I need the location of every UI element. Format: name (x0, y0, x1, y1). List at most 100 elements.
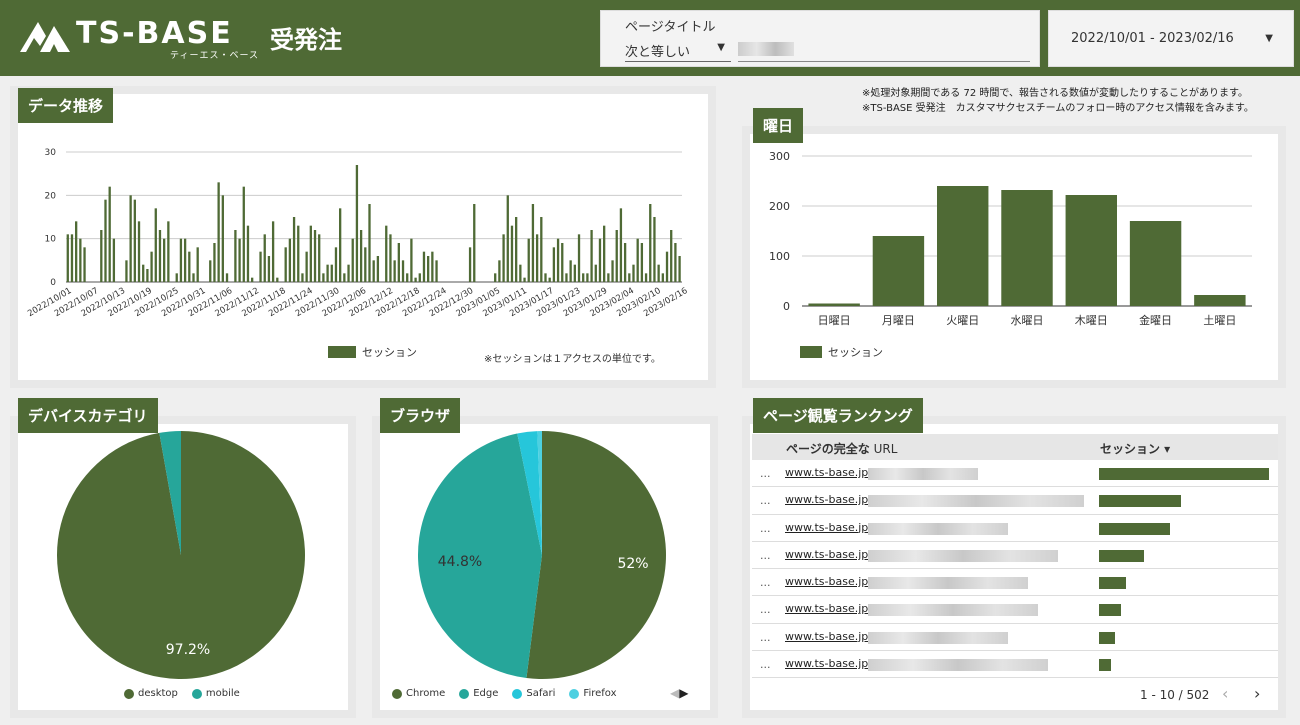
pie-value-label: 52% (617, 556, 648, 572)
session-bar (1099, 659, 1111, 672)
legend-label: セッション (362, 346, 417, 359)
trend-bar (326, 264, 329, 282)
table-row[interactable]: ... www.ts-base.jp/ (752, 569, 1278, 597)
row-url-link[interactable]: www.ts-base.jp/ (785, 630, 872, 643)
row-url-link[interactable]: www.ts-base.jp/ (785, 657, 872, 670)
trend-bar (359, 230, 363, 282)
trend-bar (313, 230, 317, 282)
row-menu-dots[interactable]: ... (760, 576, 771, 589)
trend-bar (238, 238, 241, 282)
trend-bar (628, 273, 631, 282)
weekday-bar (1129, 221, 1182, 306)
header-bar: TS-BASE 受発注 ティーエス・ベース ページタイトル 次と等しい ▼ 20… (0, 0, 1300, 76)
table-row[interactable]: ... www.ts-base.jp/ (752, 596, 1278, 624)
table-row[interactable]: ... www.ts-base.jp/ (752, 651, 1278, 679)
trend-bar (598, 238, 602, 282)
x-tick-label: 水曜日 (1011, 314, 1044, 327)
trend-bar (322, 273, 325, 282)
trend-bar (665, 251, 669, 282)
legend-prev-icon[interactable]: ◀ (670, 686, 679, 700)
trend-bar (565, 273, 568, 282)
filter-value-input[interactable] (738, 38, 1030, 62)
row-url-link[interactable]: www.ts-base.jp/ (785, 602, 872, 615)
row-menu-dots[interactable]: ... (760, 631, 771, 644)
trend-bar (334, 247, 338, 282)
x-tick-label: 月曜日 (882, 314, 915, 327)
trend-bar (385, 225, 388, 282)
trend-bar (70, 234, 74, 282)
pie-value-label: 44.8% (438, 554, 482, 570)
date-range-picker[interactable]: 2022/10/01 - 2023/02/16 ▼ (1048, 10, 1294, 67)
row-url-link[interactable]: www.ts-base.jp/ (785, 466, 872, 479)
row-menu-dots[interactable]: ... (760, 658, 771, 671)
trend-bar (167, 221, 170, 282)
column-header-sessions[interactable]: セッション ▾ (1100, 440, 1170, 457)
trend-bar (657, 264, 660, 282)
trend-bar (112, 238, 116, 282)
session-bar (1099, 549, 1144, 562)
device-panel-title: デバイスカテゴリ (18, 398, 158, 433)
trend-bar (284, 247, 287, 282)
trend-chart: 01020302022/10/012022/10/072022/10/13202… (26, 148, 689, 319)
row-menu-dots[interactable]: ... (760, 522, 771, 535)
ranking-table: ページの完全な URL セッション ▾ ... www.ts-base.jp/..… (752, 434, 1278, 679)
trend-bar (339, 208, 342, 282)
weekday-legend: セッション (800, 344, 883, 360)
y-tick-label: 30 (45, 148, 57, 158)
trend-bar (297, 225, 300, 282)
redacted-path (868, 468, 978, 480)
row-url-link[interactable]: www.ts-base.jp/ (785, 575, 872, 588)
legend-next-icon[interactable]: ▶ (679, 686, 688, 700)
row-url-link[interactable]: www.ts-base.jp/ (785, 548, 872, 561)
table-row[interactable]: ... www.ts-base.jp/ (752, 542, 1278, 570)
trend-bar (561, 243, 564, 282)
trend-bar (104, 199, 107, 282)
logo-suffix: 受発注 (270, 26, 342, 54)
table-row[interactable]: ... www.ts-base.jp/ (752, 460, 1278, 488)
filter-operator-select[interactable]: 次と等しい ▼ (625, 38, 731, 62)
device-pie-chart: 97.2% (56, 431, 305, 679)
device-legend: desktop mobile (124, 688, 250, 699)
weekday-bar (937, 186, 989, 306)
column-header-url-bold: ページの完全な (786, 442, 870, 456)
note-line: ※TS-BASE 受発注 カスタマサクセスチームのフォロー時のアクセス情報を含み… (862, 103, 1254, 114)
table-row[interactable]: ... www.ts-base.jp/ (752, 487, 1278, 515)
row-menu-dots[interactable]: ... (760, 549, 771, 562)
trend-bar (305, 251, 308, 282)
table-row[interactable]: ... www.ts-base.jp/ (752, 624, 1278, 652)
session-bar (1099, 631, 1115, 644)
redacted-value (738, 42, 794, 56)
next-page-button[interactable]: › (1254, 684, 1260, 703)
trend-bar (674, 243, 677, 282)
redacted-path (868, 631, 1008, 644)
weekday-bar (1065, 195, 1117, 306)
row-menu-dots[interactable]: ... (760, 603, 771, 616)
trend-bar (75, 221, 78, 282)
redacted-path (868, 549, 1058, 562)
column-header-url[interactable]: ページの完全な URL (786, 440, 897, 457)
row-url-link[interactable]: www.ts-base.jp/ (785, 521, 872, 534)
session-bar (1099, 604, 1121, 617)
y-tick-label: 20 (45, 191, 57, 201)
row-url-link[interactable]: www.ts-base.jp/ (785, 493, 872, 506)
row-menu-dots[interactable]: ... (760, 494, 771, 507)
trend-bar (510, 225, 514, 282)
trend-bar (246, 225, 250, 282)
trend-legend: セッション (328, 344, 417, 360)
prev-page-button[interactable]: ‹ (1222, 684, 1228, 703)
trend-bar (535, 234, 539, 282)
chevron-down-icon: ▼ (717, 42, 725, 53)
trend-bar (263, 234, 266, 282)
row-menu-dots[interactable]: ... (760, 467, 771, 480)
filter-label: ページタイトル (625, 20, 716, 35)
table-row[interactable]: ... www.ts-base.jp/ (752, 515, 1278, 542)
trend-bar (640, 243, 644, 282)
date-range-value: 2022/10/01 - 2023/02/16 (1071, 31, 1234, 46)
trend-bar (267, 256, 271, 282)
pie-value-label: 97.2% (166, 642, 210, 658)
trend-bar (473, 204, 476, 282)
trend-bar (196, 247, 199, 282)
legend-label: Edge (473, 688, 499, 699)
trend-bar (527, 238, 530, 282)
trend-bar (636, 238, 639, 282)
